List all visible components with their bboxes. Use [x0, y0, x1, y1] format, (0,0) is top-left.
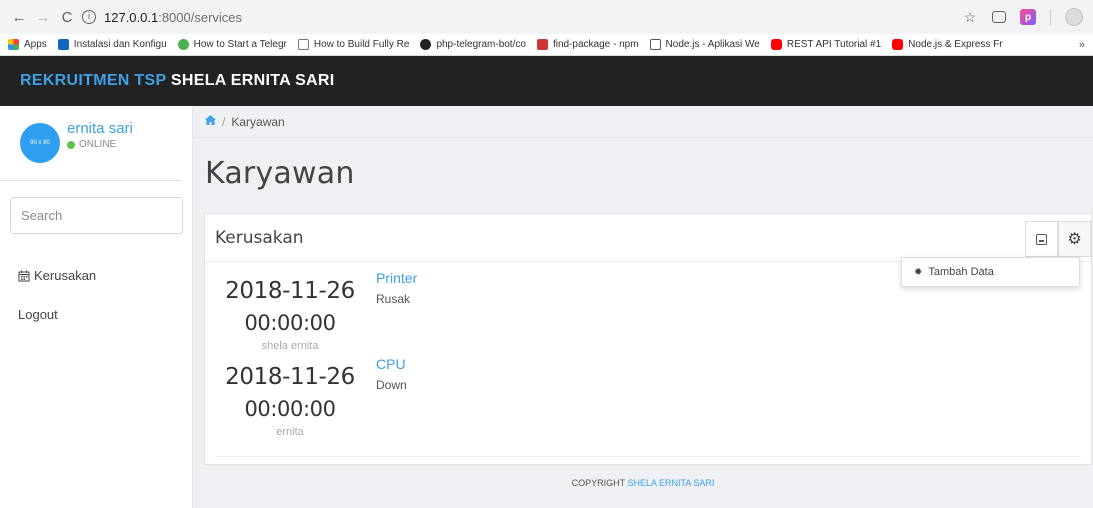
bookmark-item[interactable]: Node.js - Aplikasi We [649, 39, 760, 50]
user-status-label: ONLINE [79, 139, 117, 150]
bookmark-item[interactable]: Instalasi dan Konfigu [57, 39, 167, 50]
search-input[interactable] [10, 197, 183, 234]
forward-icon[interactable]: → [34, 9, 52, 26]
entry-status: Down [376, 378, 407, 392]
avatar: 90 x 90 [20, 123, 60, 163]
breadcrumb: / Karyawan [193, 106, 1093, 138]
user-name: ernita sari [67, 120, 133, 137]
tambah-data-item[interactable]: Tambah Data [928, 266, 993, 278]
bookmark-item[interactable]: REST API Tutorial #1 [770, 39, 882, 50]
entry-user: ernita [276, 426, 304, 438]
bookmark-item[interactable]: Node.js & Express Fr [892, 39, 1003, 50]
bookmark-label: REST API Tutorial #1 [786, 39, 882, 50]
bookmark-item[interactable]: find-package - npm [536, 39, 639, 50]
entry-time: 00:00:00 [244, 311, 336, 335]
bookmark-label: How to Build Fully Re [313, 39, 410, 50]
entry-device[interactable]: Printer [376, 270, 417, 286]
home-icon[interactable] [205, 115, 216, 128]
bookmark-item[interactable]: How to Build Fully Re [297, 39, 410, 50]
sidebar-item-label: Kerusakan [34, 268, 97, 283]
user-status: ONLINE [67, 139, 133, 150]
breadcrumb-separator: / [222, 114, 226, 129]
apps-grid-icon [8, 39, 19, 50]
breadcrumb-current: Karyawan [231, 114, 285, 129]
extension-p-icon[interactable]: p [1020, 9, 1036, 25]
user-panel: 90 x 90 ernita sari ONLINE [0, 106, 182, 181]
sidebar-item-logout[interactable]: Logout [0, 295, 192, 334]
entry-date: 2018-11-26 [225, 278, 355, 304]
footer: COPYRIGHT SHELA ERNITA SARI [193, 478, 1093, 488]
entry-user: shela ernita [261, 340, 319, 352]
github-icon [420, 39, 432, 50]
bookmark-label: find-package - npm [552, 39, 639, 50]
address-path: :8000/services [158, 9, 243, 25]
bookmark-label: Node.js & Express Fr [908, 39, 1003, 50]
reload-icon[interactable]: C [58, 9, 76, 26]
app-header: REKRUITMEN TSP SHELA ERNITA SARI [0, 56, 1093, 106]
gears-icon: ⚙ [1067, 231, 1082, 248]
dropdown-menu: ✹ Tambah Data [901, 257, 1080, 287]
minimize-icon [1036, 233, 1047, 245]
brand[interactable]: REKRUITMEN TSP SHELA ERNITA SARI [20, 72, 335, 90]
bookmark-label: Node.js - Aplikasi We [665, 39, 760, 50]
card-title: Kerusakan [205, 214, 1091, 262]
extension-icon[interactable] [992, 11, 1006, 23]
sidebar-item-label: Logout [18, 307, 58, 322]
gear-icon: ✹ [914, 266, 923, 278]
address-host: 127.0.0.1 [104, 9, 159, 25]
separator [1050, 9, 1051, 25]
bookmarks-bar: Apps Instalasi dan Konfigu How to Start … [0, 34, 1093, 56]
npm-icon [536, 39, 548, 50]
copyright-name[interactable]: SHELA ERNITA SARI [627, 478, 714, 488]
info-icon[interactable]: i [82, 10, 96, 24]
settings-button[interactable]: ⚙ [1058, 221, 1091, 257]
browser-toolbar: ← → C i 127.0.0.1:8000/services ☆ p [0, 0, 1093, 34]
sidebar-item-kerusakan[interactable]: Kerusakan [0, 256, 192, 295]
bookmark-label: php-telegram-bot/co [436, 39, 526, 50]
youtube-icon [770, 39, 782, 50]
page-title: Karyawan [205, 156, 355, 191]
calendar-icon [18, 270, 30, 282]
divider [215, 456, 1081, 457]
more-bookmarks-icon[interactable]: » [1079, 39, 1085, 51]
back-icon[interactable]: ← [10, 9, 28, 26]
collapse-button[interactable] [1025, 221, 1058, 257]
address-bar[interactable]: i 127.0.0.1:8000/services [82, 5, 962, 29]
star-icon[interactable]: ☆ [962, 9, 978, 25]
sidebar-menu: Kerusakan Logout [0, 256, 192, 334]
entry-date: 2018-11-26 [225, 364, 355, 390]
brand-name: SHELA ERNITA SARI [170, 72, 335, 89]
site-icon [297, 39, 309, 50]
bookmark-label: Apps [24, 39, 47, 50]
bookmark-label: How to Start a Telegr [193, 39, 287, 50]
brand-accent: REKRUITMEN TSP [20, 72, 167, 89]
youtube-icon [892, 39, 904, 50]
online-dot-icon [67, 140, 75, 149]
bookmark-label: Instalasi dan Konfigu [73, 39, 167, 50]
book-icon [649, 39, 661, 50]
bookmark-item[interactable]: php-telegram-bot/co [420, 39, 526, 50]
site-icon [177, 39, 189, 50]
copyright-label: COPYRIGHT [571, 478, 625, 488]
entry-device[interactable]: CPU [376, 356, 406, 372]
sidebar: 90 x 90 ernita sari ONLINE Kerusakan Log… [0, 106, 193, 508]
bookmark-item[interactable]: How to Start a Telegr [177, 39, 287, 50]
site-icon [57, 39, 69, 50]
bookmark-apps[interactable]: Apps [8, 39, 47, 50]
entry-time: 00:00:00 [244, 397, 336, 421]
profile-icon[interactable] [1065, 8, 1083, 26]
main-content: / Karyawan Karyawan Kerusakan ⚙ 2018-11-… [193, 106, 1093, 508]
card-tools: ⚙ [1025, 214, 1091, 257]
kerusakan-card: Kerusakan ⚙ 2018-11-26 00:00:00 shela er… [204, 213, 1092, 465]
entry-status: Rusak [376, 292, 411, 306]
